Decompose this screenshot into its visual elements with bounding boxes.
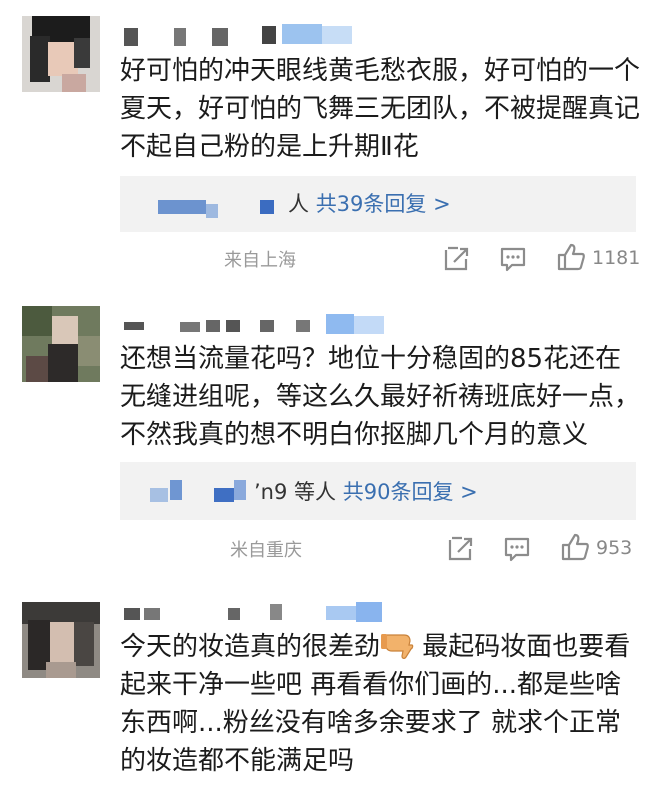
reply-people: ’n9 等人: [254, 480, 337, 504]
comment-text: 今天的妆造真的很差劲 最起码妆面也要看起来干净一些吧 再看看你们画的...都是些…: [120, 628, 640, 788]
thumbs-down-icon: [381, 634, 414, 659]
comment-text: 还想当流量花吗？地位十分稳固的85花还在无缝进组呢，等这么久最好祈祷班底好一点，…: [120, 344, 641, 450]
location: 米自重庆: [230, 540, 302, 561]
reply-count-link[interactable]: 共39条回复 >: [316, 192, 451, 216]
share-icon[interactable]: [446, 534, 476, 564]
comment-2: 还想当流量花吗？地位十分稳固的85花还在无缝进组呢，等这么久最好祈祷班底好一点，…: [0, 290, 660, 580]
username-blurred[interactable]: [120, 24, 360, 46]
share-icon[interactable]: [442, 244, 472, 274]
comment-icon[interactable]: [498, 244, 528, 274]
reply-preview[interactable]: 人 共39条回复 >: [120, 176, 636, 232]
comment-text: 好可怕的冲天眼线黄毛愁衣服，好可怕的一个夏天，好可怕的飞舞三无团队，不被提醒真记…: [120, 56, 641, 162]
comment-1: 好可怕的冲天眼线黄毛愁衣服，好可怕的一个夏天，好可怕的飞舞三无团队，不被提醒真记…: [0, 0, 660, 290]
comment-icon[interactable]: [502, 534, 532, 564]
like-icon[interactable]: [560, 532, 590, 562]
location: 来自上海: [224, 250, 296, 271]
like-count: 1181: [592, 247, 641, 269]
username-blurred[interactable]: [120, 314, 390, 336]
comment-meta: 来自上海 1181: [120, 240, 640, 276]
reply-people: 人: [288, 192, 309, 216]
comment-3: 今天的妆造真的很差劲 最起码妆面也要看起来干净一些吧 再看看你们画的...都是些…: [0, 580, 660, 788]
username-blurred[interactable]: [120, 602, 390, 624]
like-icon[interactable]: [556, 242, 586, 272]
avatar[interactable]: [22, 306, 100, 382]
reply-preview[interactable]: ’n9 等人 共90条回复 >: [120, 462, 636, 520]
like-count: 953: [596, 537, 633, 559]
comment-meta: 米自重庆 953: [120, 530, 640, 566]
comment-text-part-1: 今天的妆造真的很差劲: [120, 632, 381, 662]
reply-count-link[interactable]: 共90条回复 >: [343, 480, 478, 504]
avatar[interactable]: [22, 16, 100, 92]
avatar[interactable]: [22, 602, 100, 678]
